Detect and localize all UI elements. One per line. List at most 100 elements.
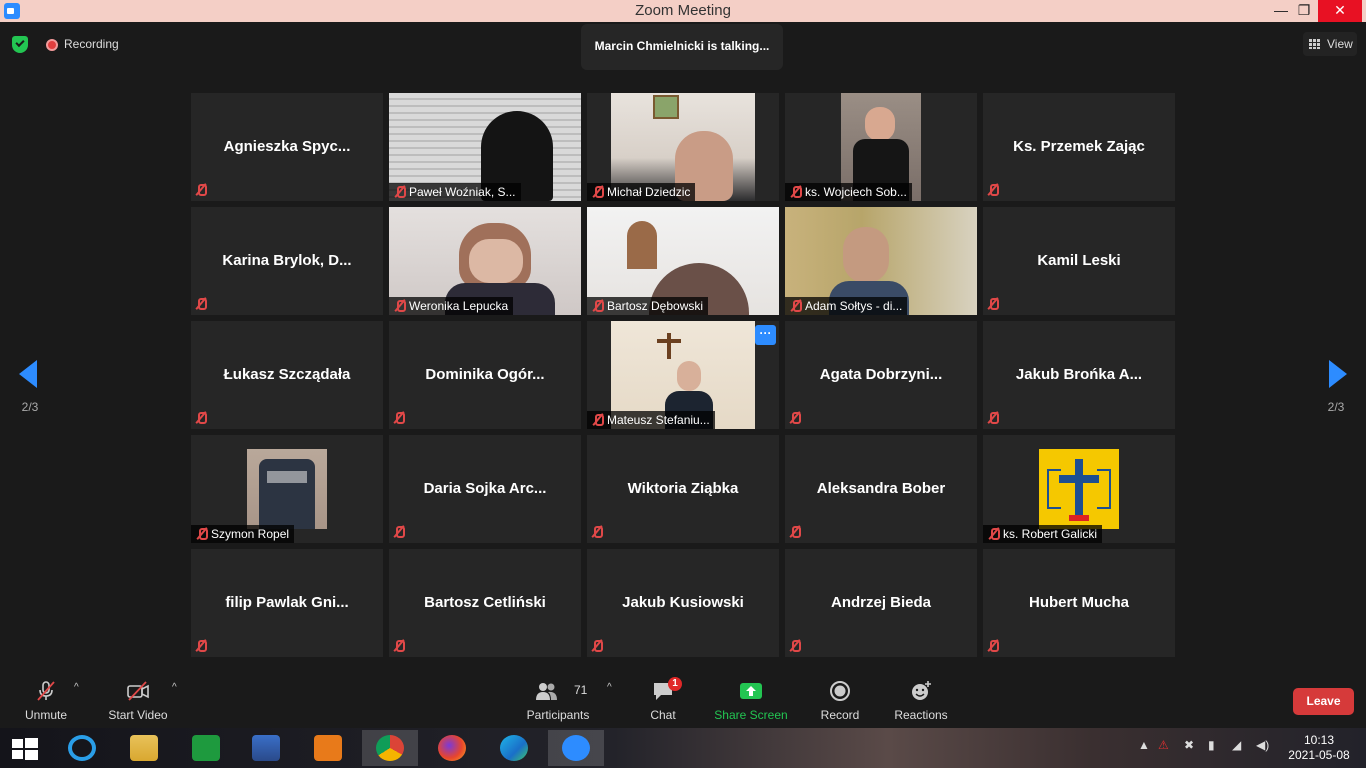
participant-tile[interactable]: Kamil Leski <box>983 207 1175 315</box>
video-options-chevron-icon[interactable]: ^ <box>172 682 177 693</box>
signal-icon[interactable]: ◢ <box>1232 738 1241 752</box>
participant-tile[interactable]: Aleksandra Bober <box>785 435 977 543</box>
next-page-arrow-icon[interactable] <box>1329 360 1347 388</box>
participants-options-chevron-icon[interactable]: ^ <box>607 682 612 693</box>
muted-mic-icon <box>592 299 604 312</box>
chat-unread-badge: 1 <box>668 677 682 691</box>
muted-mic-icon <box>393 639 407 653</box>
participant-tile[interactable]: Ks. Przemek Zając <box>983 93 1175 201</box>
tray-expand-chevron-icon[interactable]: ▲ <box>1138 738 1150 752</box>
muted-mic-icon <box>591 639 605 653</box>
participant-tile[interactable]: Weronika Lepucka <box>389 207 581 315</box>
participant-name: Bartosz Cetliński <box>424 594 546 611</box>
recording-label: Recording <box>64 37 119 51</box>
muted-mic-icon <box>592 185 604 198</box>
recording-icon <box>46 39 58 51</box>
participant-tile[interactable]: Daria Sojka Arc... <box>389 435 581 543</box>
muted-mic-icon <box>196 527 208 540</box>
shield-icon[interactable] <box>12 36 28 53</box>
participant-tile[interactable]: Agnieszka Spyc... <box>191 93 383 201</box>
share-screen-button[interactable]: Share Screen <box>712 678 790 724</box>
taskbar-file-explorer[interactable] <box>116 730 172 766</box>
internet-explorer-icon <box>68 735 96 761</box>
participant-tile[interactable]: Agata Dobrzyni... <box>785 321 977 429</box>
participants-button[interactable]: 71 Participants <box>524 678 592 724</box>
participant-tile[interactable]: Paweł Woźniak, S... <box>389 93 581 201</box>
participant-tile[interactable]: Mateusz Stefaniu... <box>587 321 779 429</box>
start-video-button[interactable]: Start Video <box>104 678 172 724</box>
reactions-button[interactable]: Reactions <box>890 678 952 724</box>
participant-logo <box>1039 449 1119 529</box>
volume-icon[interactable]: ◀) <box>1256 738 1269 752</box>
windows-start-icon[interactable] <box>12 738 38 760</box>
participant-name-label: Szymon Ropel <box>191 525 295 543</box>
muted-mic-icon <box>789 525 803 539</box>
muted-mic-icon <box>987 411 1001 425</box>
participant-name-label: Paweł Woźniak, S... <box>389 183 521 201</box>
muted-mic-icon <box>591 525 605 539</box>
system-clock[interactable]: 10:13 2021-05-08 <box>1284 733 1354 763</box>
participant-tile[interactable]: Bartosz Cetliński <box>389 549 581 657</box>
participant-tile[interactable]: Hubert Mucha <box>983 549 1175 657</box>
participant-tile[interactable]: Jakub Brońka A... <box>983 321 1175 429</box>
chat-label: Chat <box>650 708 676 722</box>
zoom-icon <box>562 735 590 761</box>
taskbar-internet-explorer[interactable] <box>54 730 110 766</box>
participant-tile[interactable]: ks. Wojciech Sob... <box>785 93 977 201</box>
taskbar-lenovo[interactable] <box>238 730 294 766</box>
unmute-button[interactable]: Unmute <box>18 678 74 724</box>
participant-name: Ks. Przemek Zając <box>1013 138 1145 155</box>
muted-mic-icon <box>592 413 604 426</box>
participant-tile[interactable]: Andrzej Bieda <box>785 549 977 657</box>
participant-tile[interactable]: Wiktoria Ziąbka <box>587 435 779 543</box>
audio-options-chevron-icon[interactable]: ^ <box>74 682 79 693</box>
network-blocked-icon[interactable]: ✖ <box>1184 738 1194 752</box>
page-indicator-right: 2/3 <box>1327 400 1345 414</box>
windows-taskbar: ▲ ⚠ ✖ ▮ ◢ ◀) 10:13 2021-05-08 <box>0 728 1366 768</box>
view-button[interactable]: View <box>1303 32 1357 56</box>
leave-button[interactable]: Leave <box>1293 688 1354 715</box>
participant-more-options-button[interactable]: ··· <box>755 325 776 345</box>
participant-name: Daria Sojka Arc... <box>423 480 547 497</box>
participant-name: Andrzej Bieda <box>830 594 932 611</box>
participant-tile[interactable]: Dominika Ogór... <box>389 321 581 429</box>
participant-name: Agata Dobrzyni... <box>819 366 943 383</box>
participant-tile[interactable]: Łukasz Szcządała <box>191 321 383 429</box>
muted-mic-icon <box>987 639 1001 653</box>
record-icon <box>830 681 850 701</box>
taskbar-firefox[interactable] <box>424 730 480 766</box>
previous-page-arrow-icon[interactable] <box>19 360 37 388</box>
restore-button[interactable]: ❐ <box>1289 0 1319 22</box>
participant-name: Aleksandra Bober <box>816 480 946 497</box>
taskbar-zoom[interactable] <box>548 730 604 766</box>
taskbar-chrome[interactable] <box>362 730 418 766</box>
battery-icon[interactable]: ▮ <box>1208 738 1215 752</box>
participant-tile[interactable]: ks. Robert Galicki <box>983 435 1175 543</box>
participant-tile[interactable]: Bartosz Dębowski <box>587 207 779 315</box>
participant-tile[interactable]: filip Pawlak Gni... <box>191 549 383 657</box>
close-button[interactable]: ✕ <box>1318 0 1362 22</box>
taskbar-media-player[interactable] <box>300 730 356 766</box>
taskbar-store[interactable] <box>178 730 234 766</box>
clock-time: 10:13 <box>1303 733 1335 747</box>
taskbar-edge[interactable] <box>486 730 542 766</box>
store-icon <box>192 735 220 761</box>
muted-mic-icon <box>394 299 406 312</box>
title-bar: Zoom Meeting — ❐ ✕ <box>0 0 1366 22</box>
media-player-icon <box>314 735 342 761</box>
record-button[interactable]: Record <box>814 678 866 724</box>
meeting-top-bar: Recording Marcin Chmielnicki is talking.… <box>0 22 1366 72</box>
participant-tile[interactable]: Michał Dziedzic <box>587 93 779 201</box>
participant-name: Kamil Leski <box>1037 252 1121 269</box>
participant-tile[interactable]: Szymon Ropel <box>191 435 383 543</box>
participant-tile[interactable]: Karina Brylok, D... <box>191 207 383 315</box>
participant-tile[interactable]: Adam Sołtys - di... <box>785 207 977 315</box>
participant-tile[interactable]: Jakub Kusiowski <box>587 549 779 657</box>
participants-label: Participants <box>526 708 590 722</box>
antivirus-icon[interactable]: ⚠ <box>1158 738 1169 752</box>
participant-name: Hubert Mucha <box>1028 594 1129 611</box>
muted-mic-icon <box>790 299 802 312</box>
muted-mic-icon <box>790 185 802 198</box>
muted-mic-icon <box>393 411 407 425</box>
active-speaker-banner: Marcin Chmielnicki is talking... <box>581 24 783 70</box>
